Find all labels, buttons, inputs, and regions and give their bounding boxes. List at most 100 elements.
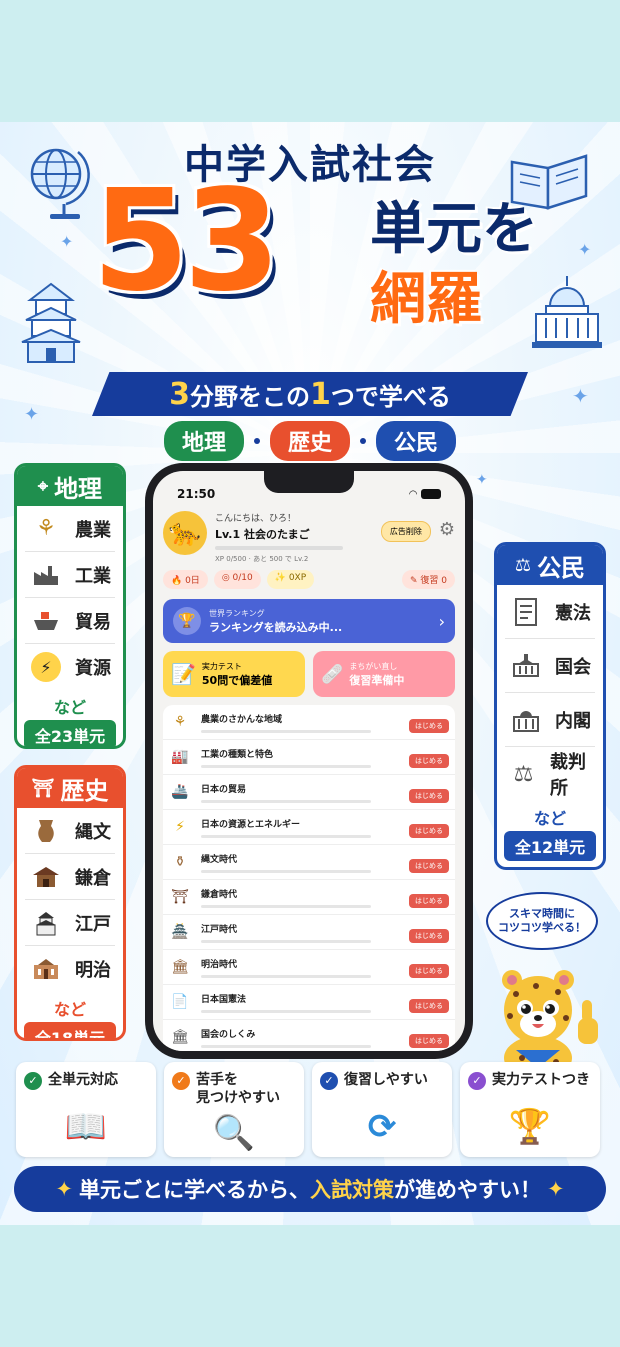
unit-name: 日本国憲法 bbox=[201, 994, 247, 1005]
unit-row[interactable]: 🏛 明治時代 はじめる bbox=[163, 950, 455, 985]
start-button[interactable]: はじめる bbox=[409, 929, 449, 943]
start-button[interactable]: はじめる bbox=[409, 1034, 449, 1048]
unit-row[interactable]: 🏛 国会のしくみ はじめる bbox=[163, 1020, 455, 1051]
geography-panel: ⌖ 地理 ⚘ 農業 工業 貿易 ⚡ 資源 など 全23単元 bbox=[14, 463, 126, 749]
unit-info: 江戸時代 bbox=[201, 922, 409, 943]
banner-text: つで学べる bbox=[330, 382, 451, 411]
government-building-icon bbox=[511, 705, 541, 735]
bottom-banner: ✦ 単元ごとに学べるから、入試対策が進めやすい！ ✦ bbox=[14, 1166, 606, 1212]
capitol-icon bbox=[532, 272, 602, 356]
unit-row[interactable]: 🚢 日本の貿易 はじめる bbox=[163, 775, 455, 810]
bottom-highlight: 入試対策 bbox=[310, 1178, 394, 1202]
feature-label: 復習しやすい bbox=[344, 1072, 428, 1088]
magnifier-icon: 🔍 bbox=[212, 1113, 256, 1153]
civics-panel: ⚖ 公民 憲法 国会 内閣 ⚖ 裁判所 など 全12単元 bbox=[494, 542, 606, 870]
unit-row[interactable]: ⚘ 農業のさかんな地域 はじめる bbox=[163, 705, 455, 740]
scales-icon: ⚖ bbox=[514, 554, 532, 576]
topic-industry: 工業 bbox=[25, 552, 115, 598]
pill-civics: 公民 bbox=[376, 421, 457, 461]
level-text: Lv.1 社会のたまご bbox=[215, 528, 310, 541]
world-ranking-card[interactable]: 🏆 世界ランキング ランキングを読み込み中... › bbox=[163, 599, 455, 643]
unit-name: 工業の種類と特色 bbox=[201, 749, 274, 760]
start-button[interactable]: はじめる bbox=[409, 999, 449, 1013]
gear-icon[interactable]: ⚙ bbox=[439, 519, 455, 540]
etc-label: など bbox=[53, 1000, 86, 1019]
stats-chips: 🔥 0日 ◎ 0/10 ✨ 0XP ✎ 復習 0 bbox=[153, 568, 465, 591]
factory-icon: 🏭 bbox=[171, 749, 189, 765]
unit-row[interactable]: ⛩ 鎌倉時代 はじめる bbox=[163, 880, 455, 915]
test-value: 50問で偏差値 bbox=[201, 673, 273, 687]
unit-row[interactable]: ⚱ 縄文時代 はじめる bbox=[163, 845, 455, 880]
start-button[interactable]: はじめる bbox=[409, 824, 449, 838]
review-label: まちがい直し bbox=[349, 661, 398, 671]
etc-label: など bbox=[53, 698, 86, 717]
review-chip[interactable]: ✎ 復習 0 bbox=[402, 570, 455, 589]
parliament-icon: 🏛 bbox=[171, 1029, 189, 1045]
history-total: 全18単元 bbox=[24, 1022, 116, 1038]
bubble-line: コツコツ学べる！ bbox=[498, 921, 586, 934]
banner-text: 分野をこの bbox=[190, 382, 310, 411]
unit-row[interactable]: 🏯 江戸時代 はじめる bbox=[163, 915, 455, 950]
map-pin-icon: ⌖ bbox=[37, 475, 49, 497]
western-building-icon: 🏛 bbox=[171, 959, 189, 975]
topic-label: 国会 bbox=[555, 656, 591, 678]
start-button[interactable]: はじめる bbox=[409, 859, 449, 873]
sparkle-icon: ✦ bbox=[60, 232, 74, 251]
target-icon: ◎ bbox=[221, 573, 233, 583]
phone-notch bbox=[264, 471, 354, 493]
unit-row[interactable]: 📄 日本国憲法 はじめる bbox=[163, 985, 455, 1020]
refresh-icon: ⟳ bbox=[367, 1107, 397, 1147]
topic-label: 憲法 bbox=[555, 602, 591, 624]
cheetah-mascot bbox=[486, 958, 604, 1080]
start-button[interactable]: はじめる bbox=[409, 964, 449, 978]
greeting-text: こんにちは、ひろ！ bbox=[215, 514, 297, 524]
start-button[interactable]: はじめる bbox=[409, 789, 449, 803]
pill-history: 歴史 bbox=[269, 421, 350, 461]
unit-info: 日本の貿易 bbox=[201, 782, 409, 803]
ranking-status: ランキングを読み込み中... bbox=[209, 620, 343, 634]
phone-mockup: 21:50 ◠ 🐆 こんにちは、ひろ！ Lv.1 社会のたまご XP 0/500… bbox=[145, 463, 473, 1059]
eraser-icon: ✎ bbox=[410, 576, 421, 586]
practice-test-card[interactable]: 📝 実力テスト 50問で偏差値 bbox=[163, 651, 305, 697]
headline-number: 53 bbox=[92, 160, 281, 323]
factory-icon bbox=[31, 560, 61, 590]
topic-label: 内閣 bbox=[555, 710, 591, 732]
separator-dot bbox=[360, 438, 366, 444]
topic-kamakura: 鎌倉 bbox=[25, 854, 115, 900]
headline-line2: 網羅 bbox=[370, 267, 482, 332]
check-icon: ✓ bbox=[24, 1072, 42, 1090]
eraser-icon: 🩹 bbox=[321, 663, 344, 685]
unit-progress-bar bbox=[201, 1044, 371, 1048]
ship-icon: 🚢 bbox=[171, 784, 189, 800]
topic-trade: 貿易 bbox=[25, 598, 115, 644]
topic-label: 縄文 bbox=[75, 821, 111, 843]
geography-header: ⌖ 地理 bbox=[17, 466, 123, 506]
start-button[interactable]: はじめる bbox=[409, 894, 449, 908]
unit-row[interactable]: 🏭 工業の種類と特色 はじめる bbox=[163, 740, 455, 775]
unit-row[interactable]: ⚡ 日本の資源とエネルギー はじめる bbox=[163, 810, 455, 845]
pill-geography: 地理 bbox=[163, 421, 244, 461]
action-cards: 📝 実力テスト 50問で偏差値 🩹 まちがい直し 復習準備中 bbox=[153, 651, 465, 697]
xp-text: XP 0/500 · あと 500 で Lv.2 bbox=[215, 555, 309, 563]
start-button[interactable]: はじめる bbox=[409, 719, 449, 733]
history-header: ⛩ 歴史 bbox=[17, 768, 123, 808]
history-title: 歴史 bbox=[60, 776, 109, 805]
feature-label: 苦手を bbox=[196, 1072, 238, 1088]
topic-constitution: 憲法 bbox=[505, 585, 595, 639]
ranking-title: 世界ランキング bbox=[209, 608, 265, 618]
etc-label: など bbox=[533, 809, 566, 828]
mistake-review-card[interactable]: 🩹 まちがい直し 復習準備中 bbox=[313, 651, 455, 697]
start-button[interactable]: はじめる bbox=[409, 754, 449, 768]
chip-label: 0/10 bbox=[232, 573, 253, 583]
streak-chip: 🔥 0日 bbox=[163, 570, 208, 589]
document-icon: 📄 bbox=[171, 994, 189, 1010]
field-pills: 地理 歴史 公民 bbox=[0, 421, 620, 461]
goal-chip: ◎ 0/10 bbox=[213, 570, 261, 589]
civics-header: ⚖ 公民 bbox=[497, 545, 603, 585]
geography-total: 全23単元 bbox=[24, 720, 116, 746]
unit-name: 国会のしくみ bbox=[201, 1029, 256, 1040]
rice-plant-icon: ⚘ bbox=[36, 516, 56, 541]
remove-ads-button[interactable]: 広告削除 bbox=[380, 521, 431, 542]
avatar[interactable]: 🐆 bbox=[163, 511, 207, 555]
unit-info: 日本国憲法 bbox=[201, 992, 409, 1013]
